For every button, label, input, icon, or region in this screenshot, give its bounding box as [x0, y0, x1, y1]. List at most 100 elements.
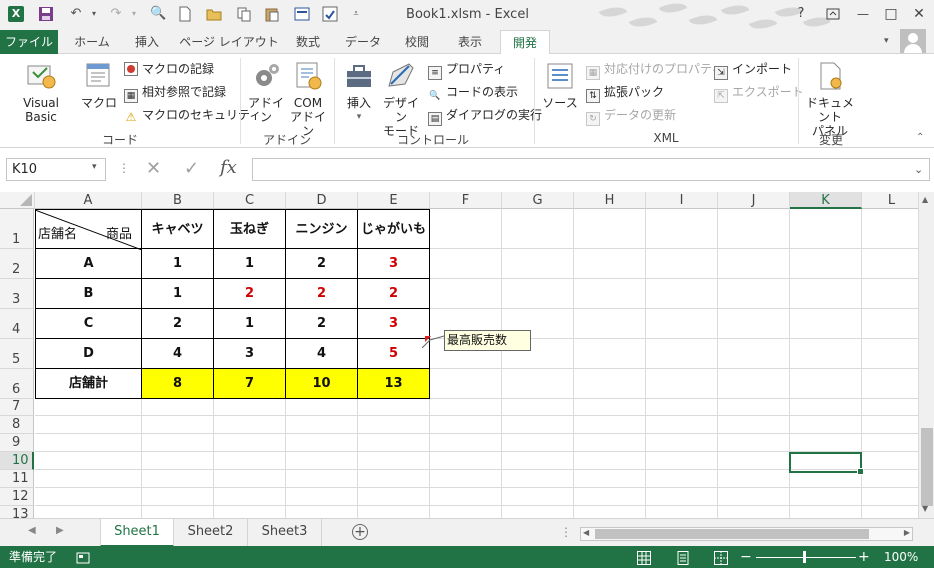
new-file-icon[interactable] [177, 6, 193, 22]
map-properties-button[interactable]: ▦ 対応付けのプロパティ [586, 60, 723, 80]
cell[interactable] [862, 506, 918, 518]
cell[interactable] [35, 416, 142, 434]
total-value-cell[interactable]: 13 [358, 369, 430, 399]
cell[interactable] [574, 309, 646, 339]
cell[interactable] [142, 488, 214, 506]
visual-basic-button[interactable]: Visual Basic [6, 60, 76, 124]
column-header-b[interactable]: B [142, 192, 214, 209]
cell[interactable] [718, 488, 790, 506]
vertical-scroll-thumb[interactable] [921, 428, 933, 506]
paste-icon[interactable] [264, 6, 280, 22]
minimize-icon[interactable]: — [852, 4, 874, 24]
cancel-icon[interactable]: ✕ [146, 158, 161, 179]
sheet-tab-1[interactable]: Sheet1 [100, 519, 174, 547]
cell[interactable] [718, 452, 790, 470]
table-header-cell[interactable]: キャベツ [142, 209, 214, 249]
normal-view-icon[interactable] [637, 550, 651, 565]
cell[interactable] [214, 434, 286, 452]
properties-button[interactable]: ≡ プロパティ [428, 60, 505, 80]
cell[interactable] [574, 209, 646, 249]
cell[interactable] [718, 209, 790, 249]
cell[interactable] [862, 416, 918, 434]
import-button[interactable]: ⇲ インポート [714, 60, 792, 80]
cell[interactable] [574, 249, 646, 279]
help-icon[interactable]: ? [790, 4, 812, 24]
cell[interactable] [358, 416, 430, 434]
insert-function-icon[interactable]: fx [220, 157, 237, 178]
store-label-cell[interactable]: A [35, 249, 142, 279]
cell[interactable] [35, 399, 142, 416]
column-header-a[interactable]: A [35, 192, 142, 209]
relative-reference-button[interactable]: ▦ 相対参照で記録 [124, 83, 226, 103]
cell[interactable] [574, 470, 646, 488]
cell[interactable] [430, 209, 502, 249]
table-value-cell[interactable]: 3 [214, 339, 286, 369]
cell[interactable] [358, 452, 430, 470]
cell[interactable] [214, 470, 286, 488]
cell[interactable] [430, 488, 502, 506]
cell[interactable] [214, 416, 286, 434]
cell[interactable] [286, 416, 358, 434]
tab-split-grip-icon[interactable]: ⋮ [560, 525, 572, 539]
cell[interactable] [502, 416, 574, 434]
cell[interactable] [430, 369, 502, 399]
cell[interactable] [574, 279, 646, 309]
worksheet-grid[interactable]: ABCDEFGHIJKL 1 2 3 4 5 6 7 8 9 10 11 12 13 キャベツ 玉ねぎ ニン… [0, 192, 918, 518]
total-value-cell[interactable]: 7 [214, 369, 286, 399]
cell[interactable] [502, 369, 574, 399]
cell[interactable] [502, 452, 574, 470]
cell[interactable] [790, 249, 862, 279]
tab-developer[interactable]: 開発 [500, 30, 550, 55]
cell[interactable] [430, 470, 502, 488]
table-value-cell[interactable]: 5 [358, 339, 430, 369]
cell[interactable] [718, 369, 790, 399]
store-label-cell[interactable]: D [35, 339, 142, 369]
copy-icon[interactable] [236, 6, 252, 22]
cell[interactable] [358, 434, 430, 452]
enter-icon[interactable]: ✓ [184, 158, 199, 179]
cell[interactable] [718, 399, 790, 416]
column-header-k[interactable]: K [790, 192, 862, 209]
redo-dropdown-icon[interactable]: ▾ [126, 6, 142, 22]
table-value-cell[interactable]: 2 [286, 309, 358, 339]
cell[interactable] [646, 506, 718, 518]
prev-sheet-icon[interactable]: ◀ [28, 525, 36, 536]
page-layout-view-icon[interactable] [676, 550, 690, 565]
zoom-in-button[interactable]: + [858, 546, 870, 568]
table-value-cell[interactable]: 4 [142, 339, 214, 369]
expand-formula-bar-icon[interactable]: ⌄ [914, 163, 923, 176]
cell[interactable] [214, 488, 286, 506]
cell[interactable] [286, 434, 358, 452]
redo-icon[interactable]: ↷ [108, 6, 124, 22]
cell[interactable] [430, 279, 502, 309]
table-value-cell[interactable]: 3 [358, 249, 430, 279]
cell[interactable] [862, 488, 918, 506]
scroll-left-icon[interactable]: ◀ [583, 528, 589, 537]
cell[interactable] [214, 399, 286, 416]
total-value-cell[interactable]: 8 [142, 369, 214, 399]
macro-recording-icon[interactable] [76, 550, 90, 564]
total-value-cell[interactable]: 10 [286, 369, 358, 399]
cell-comment[interactable]: 最高販売数 [444, 330, 531, 351]
cell[interactable] [646, 399, 718, 416]
cell[interactable] [790, 434, 862, 452]
cell[interactable] [142, 506, 214, 518]
table-header-cell[interactable]: 玉ねぎ [214, 209, 286, 249]
column-header-l[interactable]: L [862, 192, 918, 209]
cell[interactable] [862, 434, 918, 452]
tab-insert[interactable]: 挿入 [126, 30, 168, 54]
table-value-cell[interactable]: 3 [358, 309, 430, 339]
cell[interactable] [646, 249, 718, 279]
table-value-cell[interactable]: 2 [358, 279, 430, 309]
account-dropdown-icon[interactable]: ▾ [884, 36, 889, 46]
cell[interactable] [214, 452, 286, 470]
cell[interactable] [502, 470, 574, 488]
cell[interactable] [646, 416, 718, 434]
column-header-i[interactable]: I [646, 192, 718, 209]
zoom-out-button[interactable]: − [740, 546, 752, 568]
sheet-tab-3[interactable]: Sheet3 [248, 519, 322, 546]
cell[interactable] [430, 249, 502, 279]
cell[interactable] [286, 506, 358, 518]
avatar[interactable] [900, 29, 926, 53]
cell[interactable] [718, 434, 790, 452]
